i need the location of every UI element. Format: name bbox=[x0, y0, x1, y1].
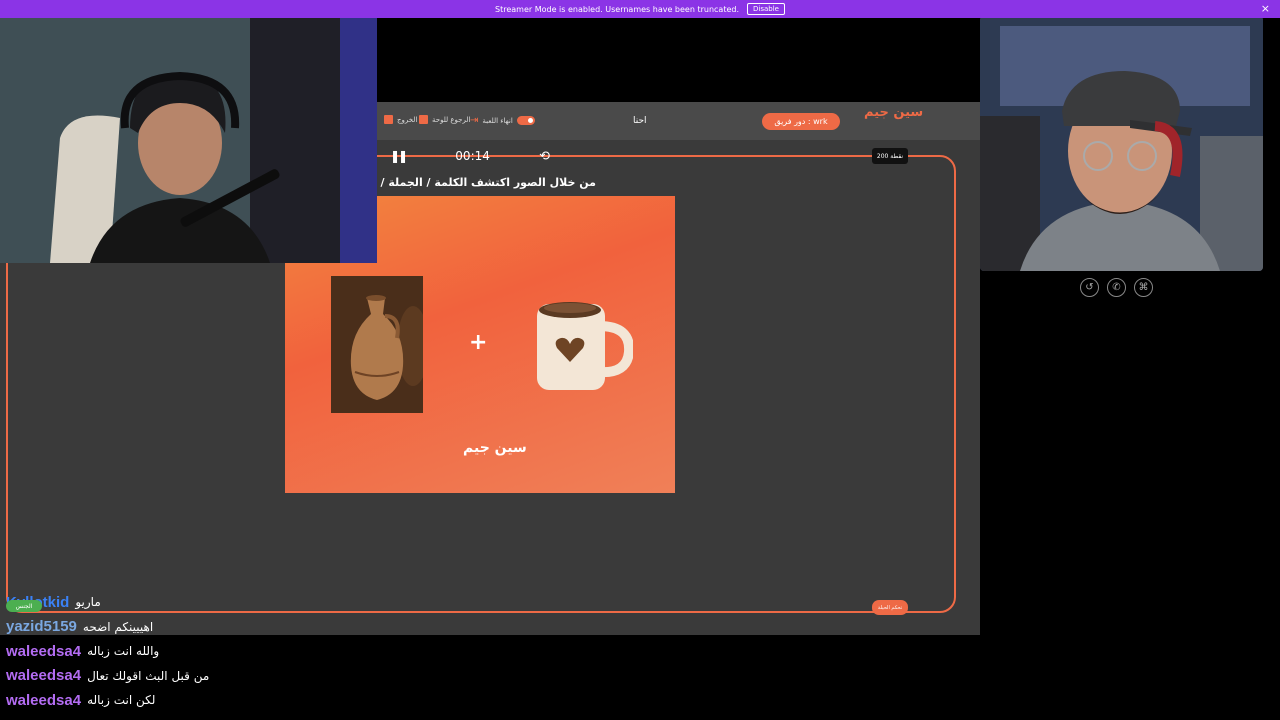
chat-text: اهييينكم اضحه bbox=[82, 619, 154, 634]
end-game-button[interactable]: ⇥ انهاء اللعبة bbox=[470, 115, 535, 126]
disable-button[interactable]: Disable bbox=[747, 3, 785, 15]
grid-icon bbox=[419, 115, 428, 124]
chat-overlay: الجنس Kyllotkid ماريو yazid5159 اهييينكم… bbox=[6, 590, 506, 713]
reset-icon[interactable]: ⟲ bbox=[539, 149, 550, 164]
streamer-mode-banner: Streamer Mode is enabled. Usernames have… bbox=[0, 0, 1280, 18]
game-control-button[interactable]: تحكم الحيلة bbox=[872, 600, 908, 615]
timer-value: 00:14 bbox=[455, 149, 490, 163]
back-to-board-label: الرجوع للوحة bbox=[432, 115, 471, 124]
webcam-left bbox=[0, 18, 377, 263]
points-badge: 200 نقطة bbox=[872, 148, 908, 164]
chat-badge: الجنس bbox=[6, 600, 42, 612]
card-logo: سين جيم bbox=[463, 440, 527, 456]
exit-icon bbox=[384, 115, 393, 124]
clay-jug-image bbox=[331, 276, 423, 413]
chat-message: waleedsa4 من قبل البث اقولك تعال bbox=[6, 664, 506, 689]
plus-sign: + bbox=[469, 330, 488, 355]
question-text: من خلال الصور اكتشف الكلمة / الجملة / ال… bbox=[378, 176, 596, 189]
chat-username[interactable]: yazid5159 bbox=[6, 618, 77, 635]
chat-message: waleedsa4 والله انت زباله bbox=[6, 639, 506, 664]
end-game-label: انهاء اللعبة bbox=[482, 116, 513, 125]
chat-text: والله انت زباله bbox=[87, 644, 160, 659]
chat-username[interactable]: waleedsa4 bbox=[6, 667, 81, 684]
close-icon[interactable]: × bbox=[1261, 2, 1270, 15]
banner-text: Streamer Mode is enabled. Usernames have… bbox=[495, 4, 740, 14]
pause-icon[interactable]: ❚❚ bbox=[390, 149, 408, 163]
team-name: احنا bbox=[633, 116, 647, 126]
chat-text: ماريو bbox=[75, 595, 101, 610]
logo: سين جيم bbox=[864, 105, 924, 120]
chat-text: من قبل البث اقولك تعال bbox=[87, 668, 210, 683]
cam-controls: ↺ ✆ ⌘ bbox=[1080, 278, 1153, 297]
phone-icon[interactable]: ✆ bbox=[1107, 278, 1126, 297]
end-game-toggle[interactable] bbox=[516, 116, 535, 125]
chat-username[interactable]: waleedsa4 bbox=[6, 643, 81, 660]
chat-text: لكن انت زباله bbox=[87, 693, 156, 708]
chat-message: Kyllotkid ماريو bbox=[6, 590, 506, 615]
exit-label: الخروج bbox=[397, 115, 418, 124]
chat-username[interactable]: waleedsa4 bbox=[6, 692, 81, 709]
chat-message: yazid5159 اهييينكم اضحه bbox=[6, 615, 506, 640]
chat-message: waleedsa4 لكن انت زباله bbox=[6, 688, 506, 713]
end-game-icon: ⇥ bbox=[470, 115, 479, 126]
undo-icon[interactable]: ↺ bbox=[1080, 278, 1099, 297]
webcam-right bbox=[980, 16, 1263, 271]
settings-icon[interactable]: ⌘ bbox=[1134, 278, 1153, 297]
back-to-board-button[interactable]: الرجوع للوحة bbox=[419, 115, 470, 124]
stream-screen: الخروج الرجوع للوحة ⇥ انهاء اللعبة احنا … bbox=[0, 0, 1280, 720]
turn-indicator: دور فريق : wrk bbox=[762, 113, 840, 130]
coffee-mug-image bbox=[537, 302, 633, 390]
timer: ❚❚ 00:14 ⟲ bbox=[390, 146, 550, 166]
exit-button[interactable]: الخروج bbox=[384, 115, 417, 124]
